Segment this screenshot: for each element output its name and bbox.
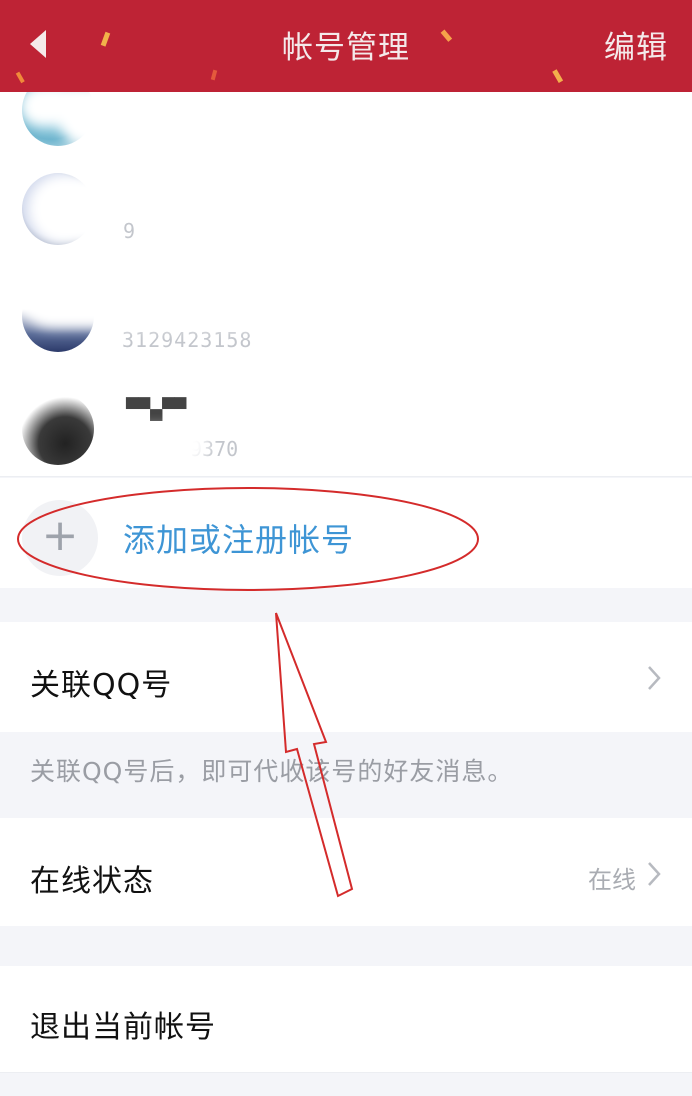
avatar xyxy=(22,393,94,465)
link-qq-tip: 关联QQ号后，即可代收该号的好友消息。 xyxy=(30,757,514,786)
logout-label: 退出当前帐号 xyxy=(30,1010,216,1045)
account-item[interactable] xyxy=(0,92,692,156)
account-number: 9 xyxy=(123,219,136,243)
account-item[interactable]: ▀▀▄▀▀ 9370 xyxy=(0,369,692,477)
add-account-button[interactable]: + 添加或注册帐号 xyxy=(0,478,692,588)
add-account-label: 添加或注册帐号 xyxy=(123,521,355,559)
edit-button[interactable]: 编辑 xyxy=(604,22,668,67)
online-status-label: 在线状态 xyxy=(30,864,154,899)
online-status-cell[interactable]: 在线状态 在线 xyxy=(0,818,692,926)
chevron-right-icon xyxy=(648,666,661,690)
account-number: 3129423158 xyxy=(122,328,253,352)
logout-cell[interactable]: 退出当前帐号 xyxy=(0,966,692,1073)
link-qq-cell[interactable]: 关联QQ号 xyxy=(0,622,692,732)
link-qq-label: 关联QQ号 xyxy=(30,668,173,703)
title-bar: 帐号管理 编辑 xyxy=(0,0,692,92)
chevron-right-icon xyxy=(648,862,661,886)
plus-icon: + xyxy=(22,500,98,576)
page-title: 帐号管理 xyxy=(282,30,410,66)
account-item[interactable]: 9 xyxy=(0,155,692,263)
online-status-value: 在线 xyxy=(588,866,636,894)
account-item[interactable]: 3129423158 xyxy=(0,262,692,370)
